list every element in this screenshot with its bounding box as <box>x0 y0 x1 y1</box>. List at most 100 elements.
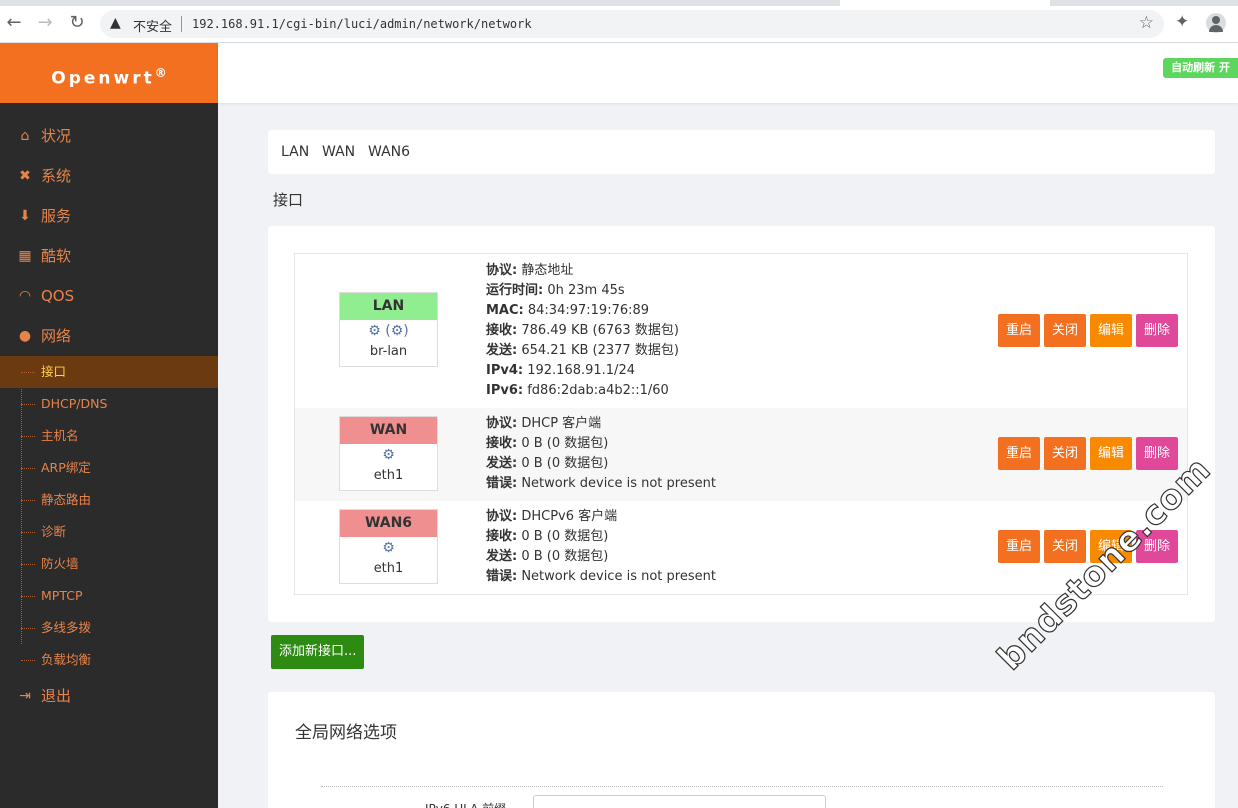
brand-logo[interactable]: Openwrt® <box>0 43 218 103</box>
info-line: 接收: 0 B (0 数据包) <box>486 527 716 547</box>
info-line: 发送: 0 B (0 数据包) <box>486 547 716 567</box>
sidebar-item-label: 网络 <box>41 327 72 345</box>
info-key: 协议: <box>486 416 518 431</box>
interface-row: WAN6 ⚙ eth1 协议: DHCPv6 客户端 接收: 0 B (0 数据包) 发送… <box>295 501 1187 594</box>
interface-actions: 重启 关闭 编辑 删除 <box>998 437 1182 470</box>
restart-button[interactable]: 重启 <box>998 437 1041 470</box>
tab-wan6[interactable]: WAN6 <box>368 144 410 160</box>
info-key: 发送: <box>486 343 518 358</box>
submenu-item-9[interactable]: 负载均衡 <box>0 644 218 676</box>
sidebar-item-label: 状况 <box>41 127 72 145</box>
global-options-card <box>268 692 1215 808</box>
info-line: 错误: Network device is not present <box>486 567 716 587</box>
ula-prefix-input[interactable] <box>533 795 826 808</box>
submenu-item-4[interactable]: 静态路由 <box>0 484 218 516</box>
logout-icon: ⇥ <box>19 688 31 704</box>
info-line: 运行时间: 0h 23m 45s <box>486 281 679 301</box>
logout-item[interactable]: ⇥ 退出 <box>0 676 218 716</box>
warning-icon[interactable]: ▲ <box>110 15 121 31</box>
interface-info: 协议: 静态地址 运行时间: 0h 23m 45s MAC: 84:34:97:19… <box>486 261 679 401</box>
submenu-item-7[interactable]: MPTCP <box>0 580 218 612</box>
interface-name: WAN6 <box>340 510 437 537</box>
info-line: 接收: 786.49 KB (6763 数据包) <box>486 321 679 341</box>
edit-button[interactable]: 编辑 <box>1090 314 1133 347</box>
info-value: fd86:2dab:a4b2::1/60 <box>523 383 669 398</box>
forward-icon[interactable]: → <box>34 12 56 34</box>
info-line: 发送: 0 B (0 数据包) <box>486 454 716 474</box>
submenu-item-1[interactable]: DHCP/DNS <box>0 388 218 420</box>
sidebar-item-1[interactable]: ✖ 系统 <box>0 156 218 196</box>
logout-label: 退出 <box>41 687 72 705</box>
info-value: DHCP 客户端 <box>517 416 602 431</box>
delete-button[interactable]: 删除 <box>1136 437 1179 470</box>
sidebar-menu: ⌂ 状况 ✖ 系统 ⬇ 服务 ▦ 酷软 ◠ QOS ● 网络接口 DHCP/DNS 主机名 ARP绑定 静态路… <box>0 116 218 716</box>
stop-button[interactable]: 关闭 <box>1044 530 1087 563</box>
info-key: 发送: <box>486 549 518 564</box>
restart-button[interactable]: 重启 <box>998 530 1041 563</box>
network-device-icon: ⚙ <box>382 447 395 463</box>
submenu-item-0[interactable]: 接口 <box>0 356 218 388</box>
info-line: 接收: 0 B (0 数据包) <box>486 434 716 454</box>
info-value: DHCPv6 客户端 <box>517 509 618 524</box>
sidebar-item-4[interactable]: ◠ QOS <box>0 276 218 316</box>
bookmark-star-icon[interactable]: ☆ <box>1139 13 1154 33</box>
back-icon[interactable]: ← <box>3 12 25 34</box>
stop-button[interactable]: 关闭 <box>1044 314 1087 347</box>
gauge-icon: ◠ <box>18 288 32 304</box>
globe-icon: ● <box>18 328 32 344</box>
profile-avatar-icon[interactable] <box>1206 13 1226 33</box>
info-value: 192.168.91.1/24 <box>523 363 635 378</box>
interface-badge: WAN ⚙ eth1 <box>339 416 438 491</box>
sidebar-item-3[interactable]: ▦ 酷软 <box>0 236 218 276</box>
sidebar-item-0[interactable]: ⌂ 状况 <box>0 116 218 156</box>
info-key: MAC: <box>486 303 524 318</box>
info-line: MAC: 84:34:97:19:76:89 <box>486 301 679 321</box>
address-bar[interactable]: ▲ 不安全 192.168.91.1/cgi-bin/luci/admin/ne… <box>100 10 1164 38</box>
info-key: 发送: <box>486 456 518 471</box>
reload-icon[interactable]: ↻ <box>66 12 88 34</box>
active-tab[interactable] <box>840 0 1050 6</box>
interface-badge: WAN6 ⚙ eth1 <box>339 509 438 584</box>
info-line: IPv4: 192.168.91.1/24 <box>486 361 679 381</box>
sidebar-item-5[interactable]: ● 网络 <box>0 316 218 356</box>
extensions-icon[interactable]: ✦ <box>1175 12 1189 32</box>
submenu-item-8[interactable]: 多线多拨 <box>0 612 218 644</box>
info-value: 0 B (0 数据包) <box>517 549 609 564</box>
info-value: 786.49 KB (6763 数据包) <box>517 323 679 338</box>
network-device-icon: ⚙ <box>382 540 395 556</box>
delete-button[interactable]: 删除 <box>1136 314 1179 347</box>
insecure-label[interactable]: 不安全 <box>133 16 172 35</box>
info-line: 协议: DHCPv6 客户端 <box>486 507 716 527</box>
sidebar-item-label: QOS <box>41 287 75 305</box>
info-key: IPv4: <box>486 363 524 378</box>
interface-name: LAN <box>340 293 437 320</box>
network-submenu: 接口 DHCP/DNS 主机名 ARP绑定 静态路由 诊断 防火墙 MPTCP 多线多拨 负载均衡 <box>0 356 218 676</box>
device-name: br-lan <box>369 344 408 359</box>
add-interface-button[interactable]: 添加新接口... <box>271 635 365 669</box>
edit-button[interactable]: 编辑 <box>1090 437 1133 470</box>
stop-button[interactable]: 关闭 <box>1044 437 1087 470</box>
interface-badge: LAN ⚙ (⚙) br-lan <box>339 292 438 367</box>
info-key: 运行时间: <box>486 283 544 298</box>
restart-button[interactable]: 重启 <box>998 314 1041 347</box>
submenu-item-2[interactable]: 主机名 <box>0 420 218 452</box>
home-icon: ⌂ <box>20 128 30 144</box>
network-device-icon: ⚙ (⚙) <box>368 323 409 339</box>
tab-lan[interactable]: LAN <box>281 144 309 160</box>
sidebar-item-2[interactable]: ⬇ 服务 <box>0 196 218 236</box>
submenu-item-3[interactable]: ARP绑定 <box>0 452 218 484</box>
interface-row: WAN ⚙ eth1 协议: DHCP 客户端 接收: 0 B (0 数据包) 发送: 0… <box>295 408 1187 501</box>
url-text[interactable]: 192.168.91.1/cgi-bin/luci/admin/network/… <box>192 17 532 31</box>
submenu-item-5[interactable]: 诊断 <box>0 516 218 548</box>
autorefresh-badge[interactable]: 自动刷新 开 <box>1163 58 1238 78</box>
calendar-icon: ▦ <box>18 248 32 264</box>
info-line: 协议: DHCP 客户端 <box>486 414 716 434</box>
tab-wan[interactable]: WAN <box>322 144 355 160</box>
info-value: 654.21 KB (2377 数据包) <box>517 343 679 358</box>
info-key: 错误: <box>486 569 518 584</box>
sidebar-item-label: 系统 <box>41 167 72 185</box>
submenu-item-6[interactable]: 防火墙 <box>0 548 218 580</box>
download-icon: ⬇ <box>19 208 31 224</box>
ula-prefix-label: IPv6 ULA 前缀 <box>425 800 506 808</box>
header-bar: 自动刷新 开 <box>218 43 1238 103</box>
